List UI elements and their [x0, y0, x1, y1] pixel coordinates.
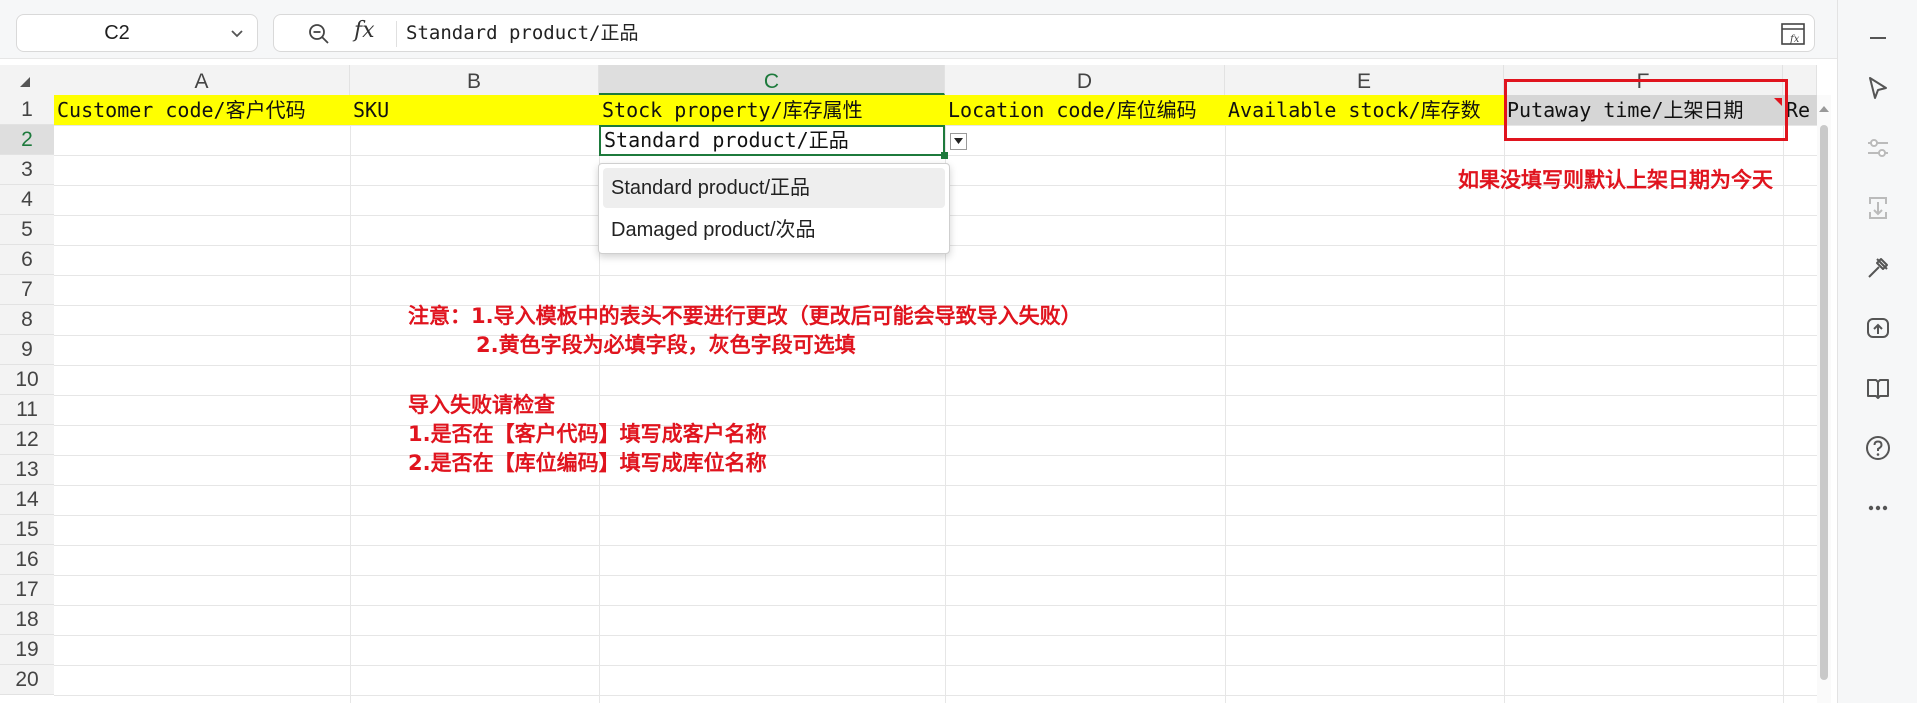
row-header[interactable]: 4	[0, 185, 54, 215]
grid-line	[54, 575, 1817, 576]
putaway-note: 如果没填写则默认上架日期为今天	[1458, 168, 1773, 192]
dropdown-toggle-button[interactable]	[950, 133, 967, 150]
check-title: 导入失败请检查	[408, 393, 555, 417]
minimize-icon[interactable]	[1864, 24, 1892, 52]
name-box-value: C2	[104, 22, 130, 44]
grid-line	[54, 455, 1817, 456]
validation-dropdown-list: Standard product/正品 Damaged product/次品	[598, 163, 950, 254]
selected-cell-c2[interactable]: Standard product/正品	[599, 125, 945, 156]
caret-down-icon	[954, 138, 963, 144]
row-header[interactable]: 18	[0, 605, 54, 635]
grid-line	[54, 515, 1817, 516]
spreadsheet-grid[interactable]: A B C D E F 1 2 3 4 5 6 7 8 9 10 11 12 1…	[0, 65, 1837, 703]
column-header-d[interactable]: D	[945, 65, 1225, 95]
row-header[interactable]: 14	[0, 485, 54, 515]
right-toolbar	[1837, 0, 1917, 703]
more-icon[interactable]	[1864, 494, 1892, 522]
row-header[interactable]: 11	[0, 395, 54, 425]
formula-bar[interactable]: fx Standard product/正品 fx	[273, 14, 1815, 52]
row-header[interactable]: 19	[0, 635, 54, 665]
grid-line	[54, 635, 1817, 636]
grid-line	[54, 485, 1817, 486]
note-line-1: 注意：1.导入模板中的表头不要进行更改（更改后可能会导致导入失败）	[408, 304, 1082, 328]
grid-line	[54, 335, 1817, 336]
row-header[interactable]: 10	[0, 365, 54, 395]
vertical-scrollbar[interactable]	[1817, 95, 1831, 703]
note-line-2: 2.黄色字段为必填字段，灰色字段可选填	[476, 333, 856, 357]
row-header[interactable]: 1	[0, 95, 54, 125]
zoom-out-icon[interactable]	[308, 23, 330, 45]
svg-text:fx: fx	[1789, 34, 1800, 45]
row-header[interactable]: 7	[0, 275, 54, 305]
row-header[interactable]: 12	[0, 425, 54, 455]
chevron-down-icon[interactable]	[227, 23, 247, 43]
column-header-a[interactable]: A	[54, 65, 350, 95]
cursor-icon[interactable]	[1864, 74, 1892, 102]
grid-line	[54, 395, 1817, 396]
row-header[interactable]: 15	[0, 515, 54, 545]
grid-line	[54, 665, 1817, 666]
formula-separator	[396, 21, 397, 47]
sliders-icon[interactable]	[1864, 134, 1892, 162]
grid-line	[350, 95, 351, 703]
row-header[interactable]: 13	[0, 455, 54, 485]
function-expand-icon[interactable]: fx	[1780, 21, 1806, 47]
cell-g1[interactable]: Re	[1783, 95, 1817, 125]
help-icon[interactable]	[1864, 434, 1892, 462]
grid-line	[54, 695, 1817, 696]
row-header[interactable]: 8	[0, 305, 54, 335]
cell-e1[interactable]: Available stock/库存数	[1225, 95, 1504, 125]
row-header[interactable]: 17	[0, 575, 54, 605]
highlight-frame	[1504, 79, 1788, 141]
grid-line	[1225, 95, 1226, 703]
dropdown-option-damaged[interactable]: Damaged product/次品	[603, 210, 945, 250]
scrollbar-thumb[interactable]	[1820, 125, 1828, 680]
check-line-2: 2.是否在【库位编码】填写成库位名称	[408, 451, 767, 475]
comment-indicator[interactable]	[1774, 98, 1782, 106]
select-all-corner[interactable]	[0, 65, 54, 95]
row-header[interactable]: 2	[0, 125, 54, 155]
ai-assist-icon[interactable]	[1864, 314, 1892, 342]
grid-line	[54, 605, 1817, 606]
row-header[interactable]: 20	[0, 665, 54, 695]
column-header-g[interactable]	[1783, 65, 1817, 95]
grid-line	[54, 365, 1817, 366]
grid-line	[54, 275, 1817, 276]
grid-line	[54, 545, 1817, 546]
formula-toolbar: C2 fx Standard product/正品 fx	[0, 0, 1837, 59]
check-line-1: 1.是否在【客户代码】填写成客户名称	[408, 422, 767, 446]
row-header[interactable]: 5	[0, 215, 54, 245]
row-header[interactable]: 9	[0, 335, 54, 365]
cell-d1[interactable]: Location code/库位编码	[945, 95, 1225, 125]
book-icon[interactable]	[1864, 374, 1892, 402]
fill-handle[interactable]	[941, 152, 948, 159]
cell-c1[interactable]: Stock property/库存属性	[599, 95, 945, 125]
grid-line	[54, 425, 1817, 426]
cell-a1[interactable]: Customer code/客户代码	[54, 95, 350, 125]
cell-b1[interactable]: SKU	[350, 95, 599, 125]
row-header[interactable]: 6	[0, 245, 54, 275]
formula-input[interactable]: Standard product/正品	[406, 15, 638, 51]
dropdown-option-standard[interactable]: Standard product/正品	[603, 168, 945, 208]
tools-icon[interactable]	[1864, 254, 1892, 282]
transform-icon[interactable]	[1864, 194, 1892, 222]
grid-line	[1783, 95, 1784, 703]
column-header-c[interactable]: C	[599, 65, 945, 95]
fx-icon[interactable]: fx	[354, 18, 375, 43]
row-header[interactable]: 16	[0, 545, 54, 575]
row-header[interactable]: 3	[0, 155, 54, 185]
scroll-up-icon[interactable]	[1819, 105, 1829, 113]
column-header-b[interactable]: B	[350, 65, 599, 95]
column-header-e[interactable]: E	[1225, 65, 1504, 95]
name-box[interactable]: C2	[16, 14, 258, 52]
